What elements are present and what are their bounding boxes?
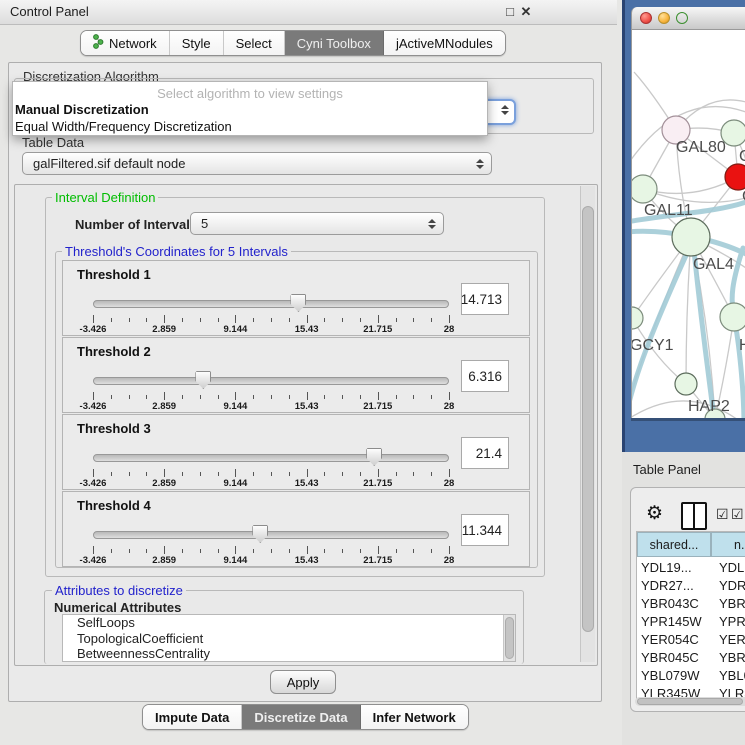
select-columns-checkbox-icon[interactable]: ☑ (716, 507, 729, 521)
node-label: GA (739, 148, 745, 165)
settings-vertical-scrollbar[interactable] (580, 186, 595, 662)
table-horizontal-scrollbar-thumb[interactable] (637, 698, 743, 705)
column-header-shared-name[interactable]: shared... (637, 532, 711, 557)
slider-scale: -3.4262.8599.14415.4321.71528 (93, 546, 449, 566)
node-right[interactable] (720, 303, 745, 331)
combo-arrows-icon (428, 219, 439, 229)
node-label: GAL4 (693, 256, 734, 273)
apply-button[interactable]: Apply (270, 670, 336, 694)
threshold-2-value-field[interactable]: 6.316 (461, 360, 509, 392)
control-panel-tabs: Network Style Select Cyni Toolbox jActiv… (80, 30, 506, 56)
algorithm-popup-hint: Select algorithm to view settings (13, 82, 487, 101)
algorithm-option-equal-width[interactable]: Equal Width/Frequency Discretization (13, 118, 487, 135)
list-item[interactable]: TopologicalCoefficient (63, 631, 515, 647)
threshold-4-value-field[interactable]: 11.344 (461, 514, 509, 546)
node-label: GCY1 (632, 337, 674, 354)
slider-thumb[interactable] (290, 294, 306, 312)
algorithm-dropdown-popup: Select algorithm to view settings Manual… (12, 81, 488, 136)
table-horizontal-scrollbar[interactable] (635, 697, 745, 706)
numerical-attributes-label: Numerical Attributes (54, 600, 181, 615)
threshold-3-slider[interactable] (93, 448, 449, 467)
cyni-mode-tabs: Impute Data Discretize Data Infer Networ… (142, 704, 469, 730)
slider-scale: -3.4262.8599.14415.4321.71528 (93, 392, 449, 412)
node-label: H (739, 337, 745, 354)
network-window-titlebar[interactable] (631, 7, 745, 30)
combo-arrows-icon (476, 159, 487, 169)
attributes-list-scrollbar[interactable] (503, 615, 515, 661)
tab-network[interactable]: Network (81, 31, 170, 55)
slider-thumb[interactable] (252, 525, 268, 543)
network-graph-icon (93, 34, 104, 52)
threshold-2-slider[interactable] (93, 371, 449, 390)
threshold-1-value-field[interactable]: 14.713 (461, 283, 509, 315)
threshold-4-slider[interactable] (93, 525, 449, 544)
control-panel-title: Control Panel (10, 4, 89, 19)
list-item[interactable]: BetweennessCentrality (63, 646, 515, 662)
table-panel-inner: ⚙ ☑ ☑ shared... n... YDL19...YDL1... YDR… (630, 487, 745, 712)
table-data-label: Table Data (22, 135, 84, 150)
split-columns-icon[interactable] (681, 502, 707, 530)
float-window-icon[interactable]: □ (503, 4, 517, 19)
tab-style[interactable]: Style (170, 31, 224, 55)
slider-track[interactable] (93, 300, 449, 308)
app-root: Control Panel □ ✕ Network Style Select C… (0, 0, 745, 745)
node-label: HAP2 (688, 398, 730, 415)
network-graph: GAL80 GA GAL11 C GAL4 GCY1 H HAP2 (632, 30, 745, 418)
node-label: GAL80 (676, 139, 726, 156)
number-of-intervals-label: Number of Intervals (75, 217, 197, 232)
threshold-3-value-field[interactable]: 21.4 (461, 437, 509, 469)
settings-vertical-scrollbar-thumb[interactable] (582, 206, 594, 632)
table-data-combo-value: galFiltered.sif default node (33, 156, 185, 171)
combo-arrows-icon (501, 105, 512, 115)
node-label: GAL11 (644, 202, 693, 219)
slider-track[interactable] (93, 454, 449, 462)
threshold-row: Threshold 1 -3.4262.8599.14415.4321.7152… (62, 260, 530, 336)
zoom-traffic-light-icon[interactable] (676, 12, 688, 24)
slider-scale: -3.4262.8599.14415.4321.71528 (93, 469, 449, 489)
node-gal4[interactable] (672, 218, 710, 256)
network-canvas[interactable]: GAL80 GA GAL11 C GAL4 GCY1 H HAP2 (631, 30, 745, 418)
gear-icon[interactable]: ⚙ (646, 504, 663, 523)
column-header-name[interactable]: n... (711, 532, 745, 557)
node-gal11[interactable] (632, 175, 657, 203)
tab-jactivemnodules[interactable]: jActiveMNodules (384, 31, 505, 55)
tab-impute-data[interactable]: Impute Data (143, 705, 242, 729)
node-hap2[interactable] (675, 373, 697, 395)
table-panel-title: Table Panel (633, 462, 701, 477)
attributes-group-title: Attributes to discretize (52, 584, 186, 597)
numerical-attributes-list: SelfLoops TopologicalCoefficient Between… (62, 614, 516, 662)
number-of-intervals-value: 5 (201, 216, 208, 231)
slider-thumb[interactable] (195, 371, 211, 389)
close-window-icon[interactable]: ✕ (519, 4, 533, 20)
slider-scale: -3.4262.8599.14415.4321.71528 (93, 315, 449, 335)
number-of-intervals-combo[interactable]: 5 (190, 212, 444, 235)
table-data-combo[interactable]: galFiltered.sif default node (22, 152, 492, 175)
tab-infer-network[interactable]: Infer Network (361, 705, 468, 729)
node-red-selected[interactable] (725, 164, 745, 190)
slider-thumb[interactable] (366, 448, 382, 466)
slider-track[interactable] (93, 377, 449, 385)
slider-track[interactable] (93, 531, 449, 539)
list-item[interactable]: SelfLoops (63, 615, 515, 631)
tab-discretize-data[interactable]: Discretize Data (242, 705, 360, 729)
threshold-row: Threshold 4 -3.4262.8599.14415.4321.7152… (62, 491, 530, 567)
threshold-row: Threshold 2 -3.4262.8599.14415.4321.7152… (62, 337, 530, 413)
thresholds-group-title: Threshold's Coordinates for 5 Intervals (62, 245, 291, 258)
control-panel-titlebar: Control Panel □ ✕ (0, 0, 617, 25)
minimize-traffic-light-icon[interactable] (658, 12, 670, 24)
network-window-shadow (631, 418, 745, 421)
threshold-row: Threshold 3 -3.4262.8599.14415.4321.7152… (62, 414, 530, 490)
attributes-list-scrollbar-thumb[interactable] (505, 617, 514, 659)
tab-cyni-toolbox[interactable]: Cyni Toolbox (285, 31, 384, 55)
close-traffic-light-icon[interactable] (640, 12, 652, 24)
select-all-checkbox-icon[interactable]: ☑ (731, 507, 744, 521)
interval-definition-title: Interval Definition (52, 191, 158, 204)
node-table: shared... n... YDL19...YDL1... YDR27...Y… (636, 531, 745, 700)
tab-select[interactable]: Select (224, 31, 285, 55)
threshold-1-slider[interactable] (93, 294, 449, 313)
algorithm-option-manual[interactable]: Manual Discretization (13, 101, 487, 118)
node-gcy1[interactable] (632, 307, 643, 329)
